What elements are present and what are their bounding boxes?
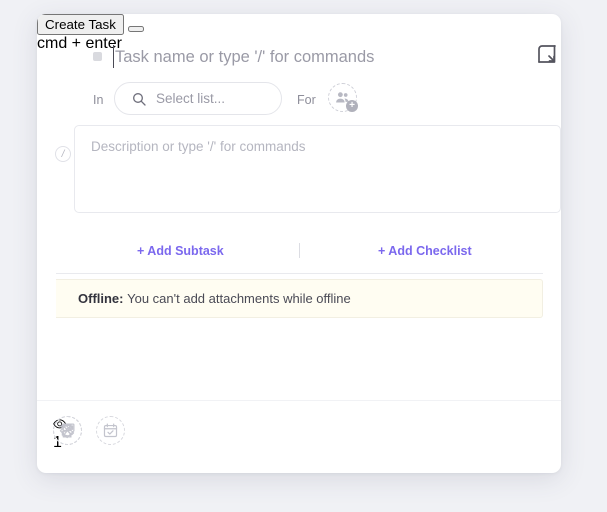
for-label: For bbox=[297, 93, 316, 107]
description-section: / bbox=[55, 125, 561, 213]
offline-banner: Offline: You can't add attachments while… bbox=[56, 279, 543, 318]
task-name-input[interactable]: Task name or type '/' for commands bbox=[115, 44, 505, 70]
search-icon bbox=[131, 91, 147, 107]
ai-magic-wand-icon[interactable] bbox=[53, 416, 82, 445]
expand-icon[interactable] bbox=[535, 42, 559, 66]
create-task-modal: Task name or type '/' for commands In Se… bbox=[37, 14, 561, 473]
offline-banner-message: You can't add attachments while offline bbox=[127, 291, 351, 306]
slash-command-badge[interactable]: / bbox=[55, 146, 71, 162]
task-toolbar: 1 bbox=[53, 416, 125, 456]
offline-banner-label: Offline: bbox=[78, 291, 124, 306]
title-text-caret bbox=[113, 45, 114, 68]
task-meta-row: In Select list... For + bbox=[37, 80, 561, 122]
list-selector-placeholder: Select list... bbox=[156, 91, 226, 106]
assignee-add-badge: + bbox=[346, 100, 358, 112]
description-input[interactable] bbox=[74, 125, 561, 213]
due-date-calendar-icon[interactable] bbox=[96, 416, 125, 445]
task-status-indicator[interactable] bbox=[93, 52, 102, 61]
add-row-divider bbox=[299, 243, 300, 258]
add-subtask-button[interactable]: + Add Subtask bbox=[137, 244, 224, 258]
assignee-picker[interactable]: + bbox=[328, 83, 358, 112]
offline-banner-text: Offline: You can't add attachments while… bbox=[78, 280, 351, 317]
add-items-row: + Add Subtask + Add Checklist bbox=[56, 233, 543, 274]
list-selector[interactable]: Select list... bbox=[114, 82, 282, 115]
add-checklist-button[interactable]: + Add Checklist bbox=[378, 244, 472, 258]
footer-divider bbox=[37, 400, 561, 401]
in-label: In bbox=[93, 93, 104, 107]
modal-header: Task name or type '/' for commands bbox=[37, 14, 561, 72]
